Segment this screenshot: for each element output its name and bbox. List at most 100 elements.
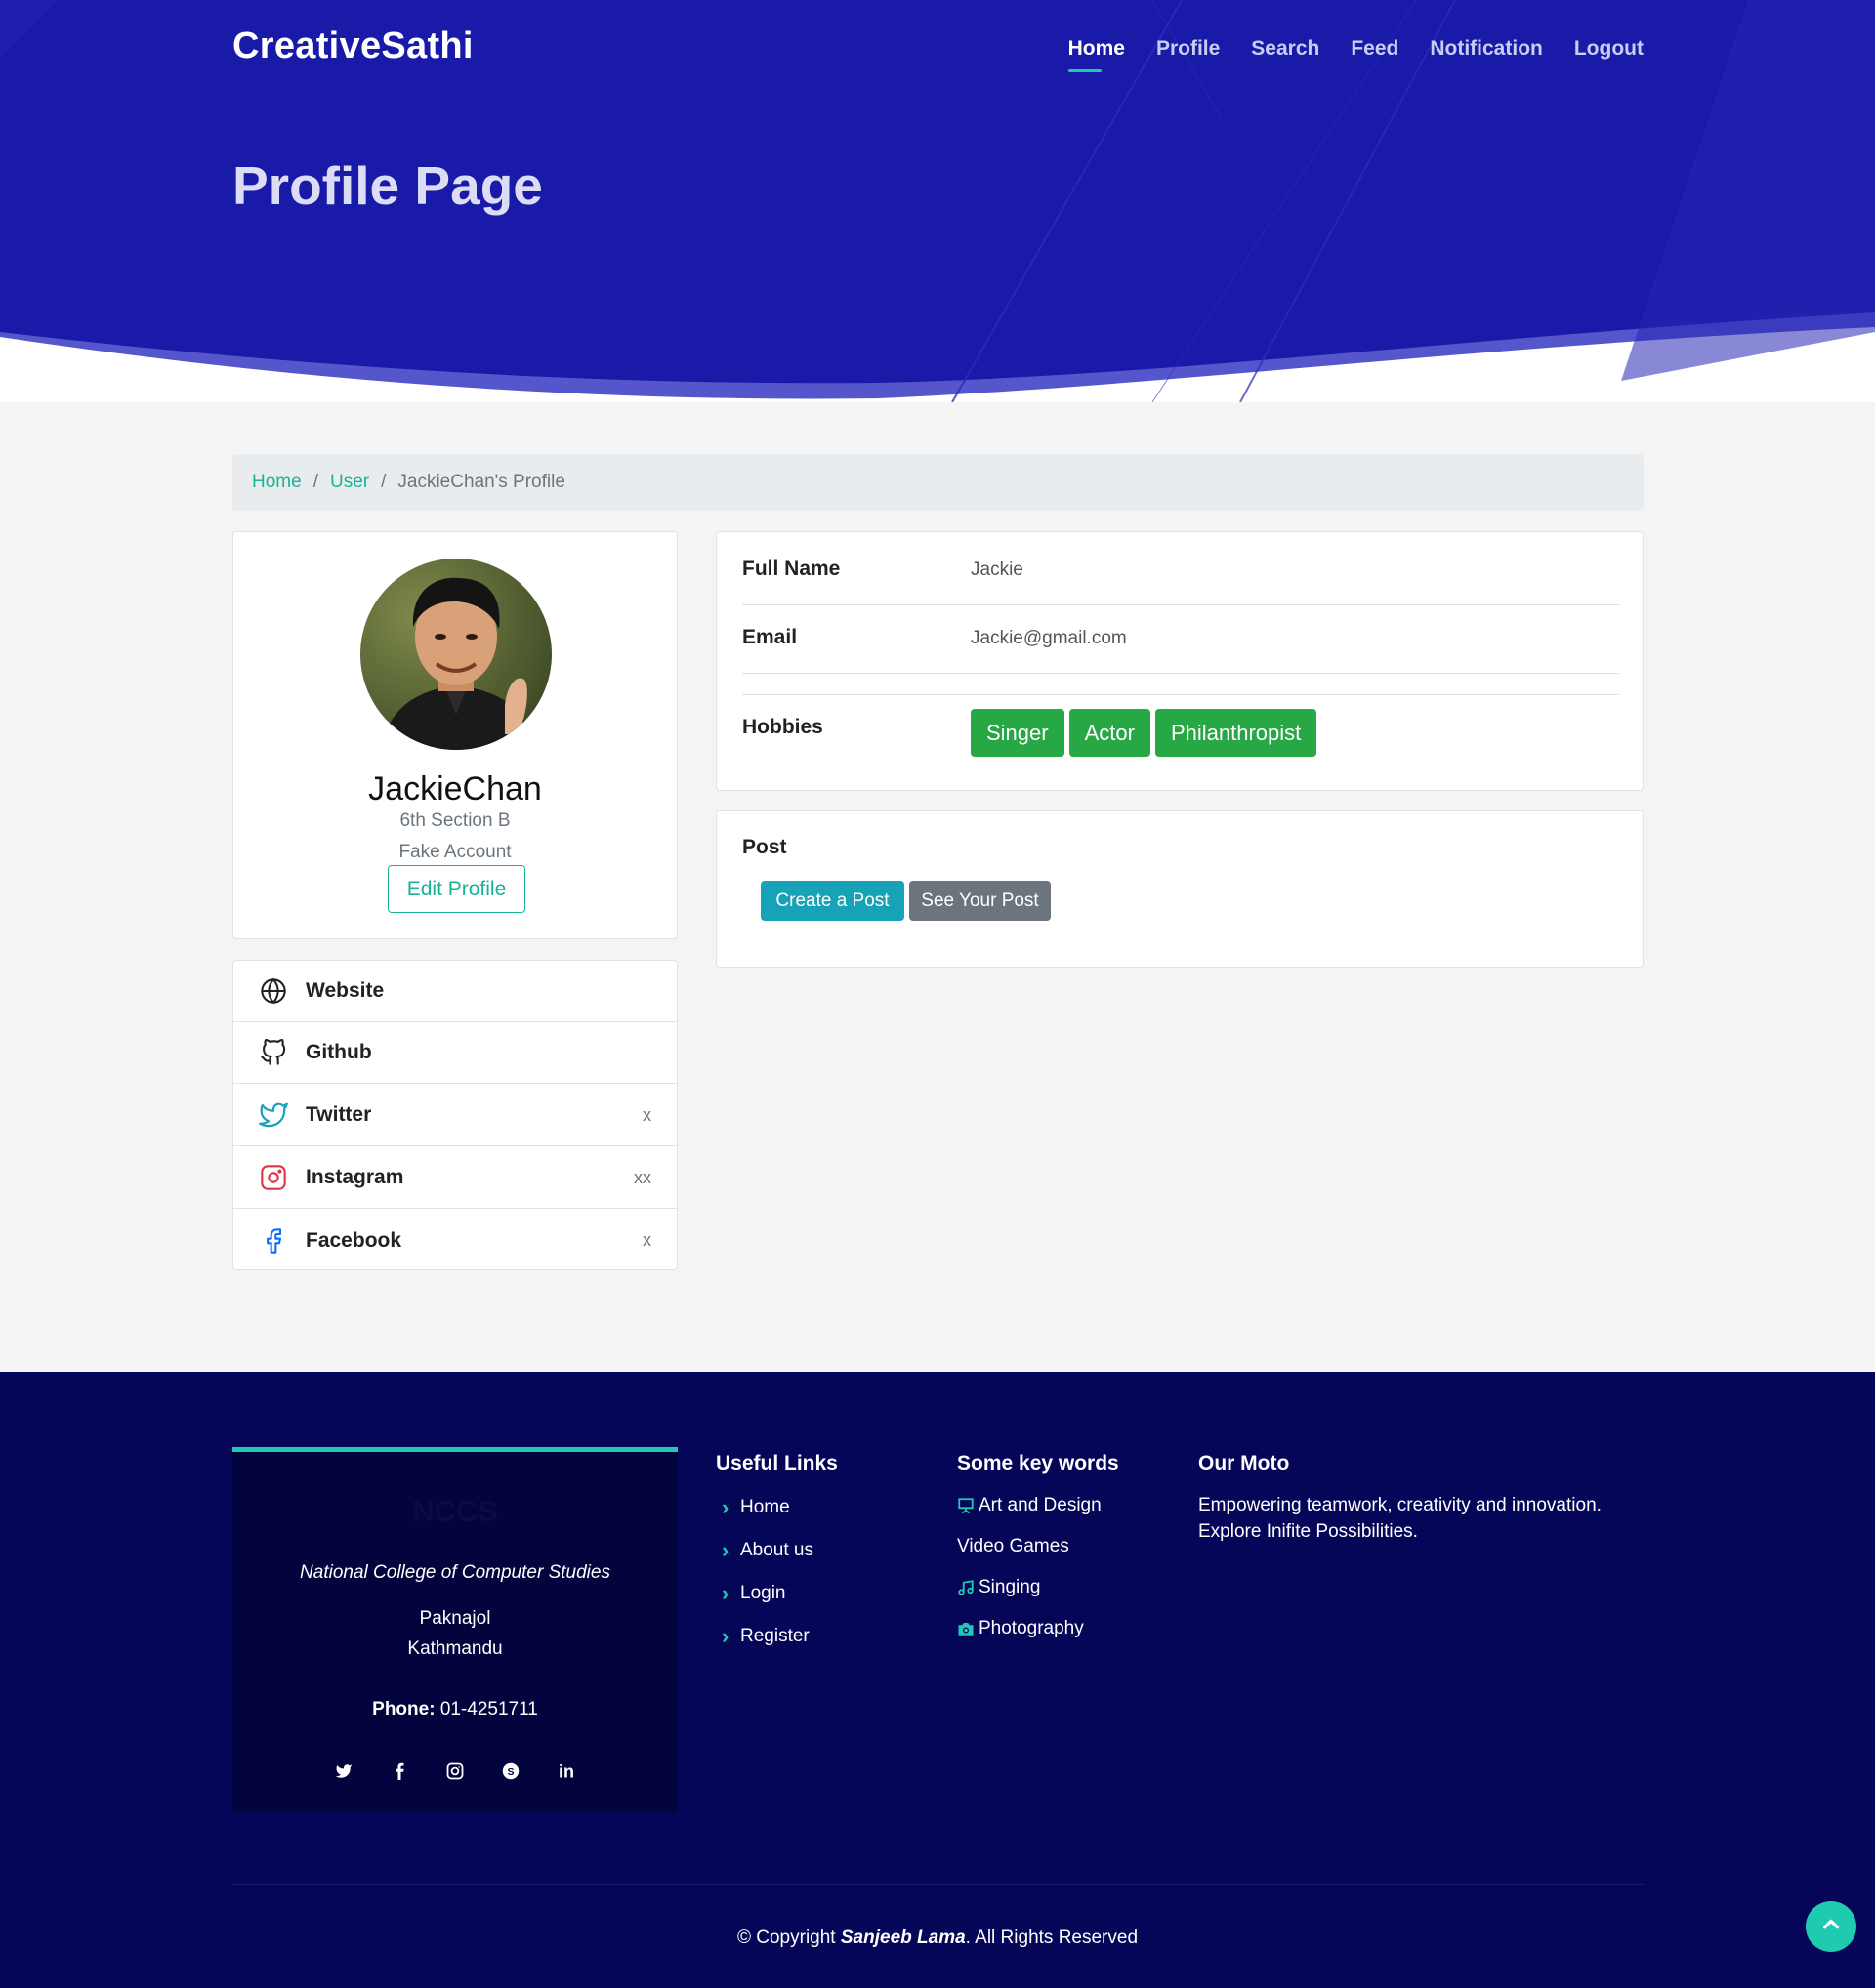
facebook-icon (259, 1226, 288, 1256)
social-item-instagram[interactable]: Instagram xx (233, 1147, 677, 1209)
keyword-item: Singing (957, 1577, 1119, 1598)
footer-link-about[interactable]: About us (716, 1538, 838, 1563)
easel-icon (957, 1497, 979, 1514)
social-item-github[interactable]: Github (233, 1022, 677, 1084)
brand-logo[interactable]: CreativeSathi (232, 25, 474, 67)
full-name-label: Full Name (742, 558, 841, 580)
useful-links-title: Useful Links (716, 1452, 838, 1474)
email-label: Email (742, 626, 798, 648)
keyword-label: Singing (979, 1577, 1041, 1597)
hobby-tag: Singer (971, 709, 1064, 757)
hero-section: CreativeSathi Home Profile Search Feed N… (0, 0, 1875, 402)
keyword-label: Art and Design (979, 1495, 1102, 1515)
copyright-suffix: . All Rights Reserved (965, 1927, 1139, 1948)
post-card: Post Create a Post See Your Post (716, 810, 1644, 968)
nav-home[interactable]: Home (1067, 37, 1125, 72)
hobby-tag: Actor (1068, 709, 1150, 757)
nav-profile[interactable]: Profile (1156, 37, 1220, 61)
college-name: National College of Computer Studies (300, 1562, 610, 1583)
footer-info-box: NCCS National College of Computer Studie… (232, 1447, 678, 1812)
divider (742, 694, 1619, 695)
social-label: Instagram (306, 1166, 404, 1188)
create-post-button[interactable]: Create a Post (761, 881, 904, 921)
moto-column: Our Moto Empowering teamwork, creativity… (1198, 1447, 1647, 1545)
keyword-item: Photography (957, 1618, 1119, 1639)
nav-notification[interactable]: Notification (1430, 37, 1543, 61)
address-line-1: Paknajol (419, 1608, 491, 1629)
social-label: Website (306, 979, 385, 1002)
keyword-item: Video Games (957, 1536, 1119, 1557)
profile-note: Fake Account (398, 842, 512, 862)
breadcrumb-separator: / (381, 472, 387, 492)
footer: NCCS National College of Computer Studie… (0, 1372, 1875, 1988)
hobby-tag: Philanthropist (1154, 709, 1317, 757)
footer-link-register[interactable]: Register (716, 1624, 838, 1649)
copyright-prefix: © Copyright (736, 1927, 836, 1948)
phone-number: 01-4251711 (439, 1699, 538, 1719)
hobbies-tags: Singer Actor Philanthropist (971, 709, 1321, 757)
svg-text:S: S (507, 1765, 514, 1777)
keyword-label: Video Games (957, 1536, 1069, 1556)
social-item-facebook[interactable]: Facebook x (233, 1210, 677, 1271)
copyright-name: Sanjeeb Lama (840, 1927, 966, 1948)
full-name-value: Jackie (971, 559, 1023, 580)
profile-card: JackieChan 6th Section B Fake Account Ed… (232, 531, 678, 939)
divider (742, 673, 1619, 674)
social-item-twitter[interactable]: Twitter x (233, 1085, 677, 1146)
main-nav: Home Profile Search Feed Notification Lo… (1067, 37, 1644, 72)
social-label: Twitter (306, 1103, 372, 1126)
breadcrumb-home-link[interactable]: Home (252, 472, 302, 493)
avatar (360, 559, 552, 750)
keyword-item: Art and Design (957, 1495, 1119, 1516)
moto-text: Empowering teamwork, creativity and inno… (1198, 1495, 1602, 1542)
instagram-icon (259, 1163, 288, 1192)
linkedin-icon[interactable]: in (552, 1756, 582, 1786)
phone-label: Phone: (372, 1699, 436, 1719)
social-value: x (643, 1230, 651, 1250)
moto-title: Our Moto (1198, 1452, 1290, 1474)
see-posts-button[interactable]: See Your Post (909, 881, 1051, 921)
twitter-icon[interactable] (329, 1756, 359, 1786)
phone: Phone: 01-4251711 (232, 1699, 678, 1720)
camera-icon (957, 1620, 979, 1637)
post-title: Post (742, 836, 787, 858)
email-value: Jackie@gmail.com (971, 628, 1127, 648)
chevron-up-icon (1820, 1914, 1842, 1940)
music-note-icon (957, 1579, 979, 1596)
hobbies-label: Hobbies (742, 716, 823, 738)
skype-icon[interactable]: S (496, 1756, 526, 1786)
footer-divider (232, 1884, 1644, 1885)
social-value: x (643, 1104, 651, 1125)
nav-search[interactable]: Search (1251, 37, 1319, 61)
profile-name: JackieChan (368, 770, 542, 808)
footer-link-login[interactable]: Login (716, 1581, 838, 1606)
page-title: Profile Page (232, 155, 543, 216)
social-links-list: Website Github Twitter x Instagram xx Fa… (232, 960, 678, 1270)
social-label: Github (306, 1041, 372, 1063)
github-icon (259, 1038, 288, 1067)
profile-section: 6th Section B (399, 810, 511, 831)
breadcrumb: Home / User / JackieChan's Profile (232, 454, 1644, 511)
keyword-label: Photography (979, 1618, 1084, 1638)
facebook-icon[interactable] (385, 1756, 415, 1786)
social-label: Facebook (306, 1228, 402, 1252)
footer-link-home[interactable]: Home (716, 1495, 838, 1520)
social-item-website[interactable]: Website (233, 961, 677, 1022)
social-value: xx (634, 1167, 651, 1187)
svg-text:in: in (559, 1762, 574, 1780)
nav-logout[interactable]: Logout (1574, 37, 1644, 61)
instagram-icon[interactable] (440, 1756, 471, 1786)
globe-icon (259, 976, 288, 1006)
footer-social-icons: S in (232, 1756, 678, 1786)
back-to-top-button[interactable] (1806, 1901, 1856, 1952)
breadcrumb-user-link[interactable]: User (330, 472, 369, 493)
footer-logo: NCCS (412, 1494, 498, 1528)
keywords-title: Some key words (957, 1452, 1119, 1474)
keywords-column: Some key words Art and Design Video Game… (957, 1447, 1119, 1639)
nav-feed[interactable]: Feed (1351, 37, 1398, 61)
edit-profile-button[interactable]: Edit Profile (388, 865, 525, 913)
user-details-card: Full Name Jackie Email Jackie@gmail.com … (716, 531, 1644, 791)
breadcrumb-current: JackieChan's Profile (397, 472, 565, 492)
address-line-2: Kathmandu (407, 1638, 503, 1659)
breadcrumb-separator: / (312, 472, 318, 492)
